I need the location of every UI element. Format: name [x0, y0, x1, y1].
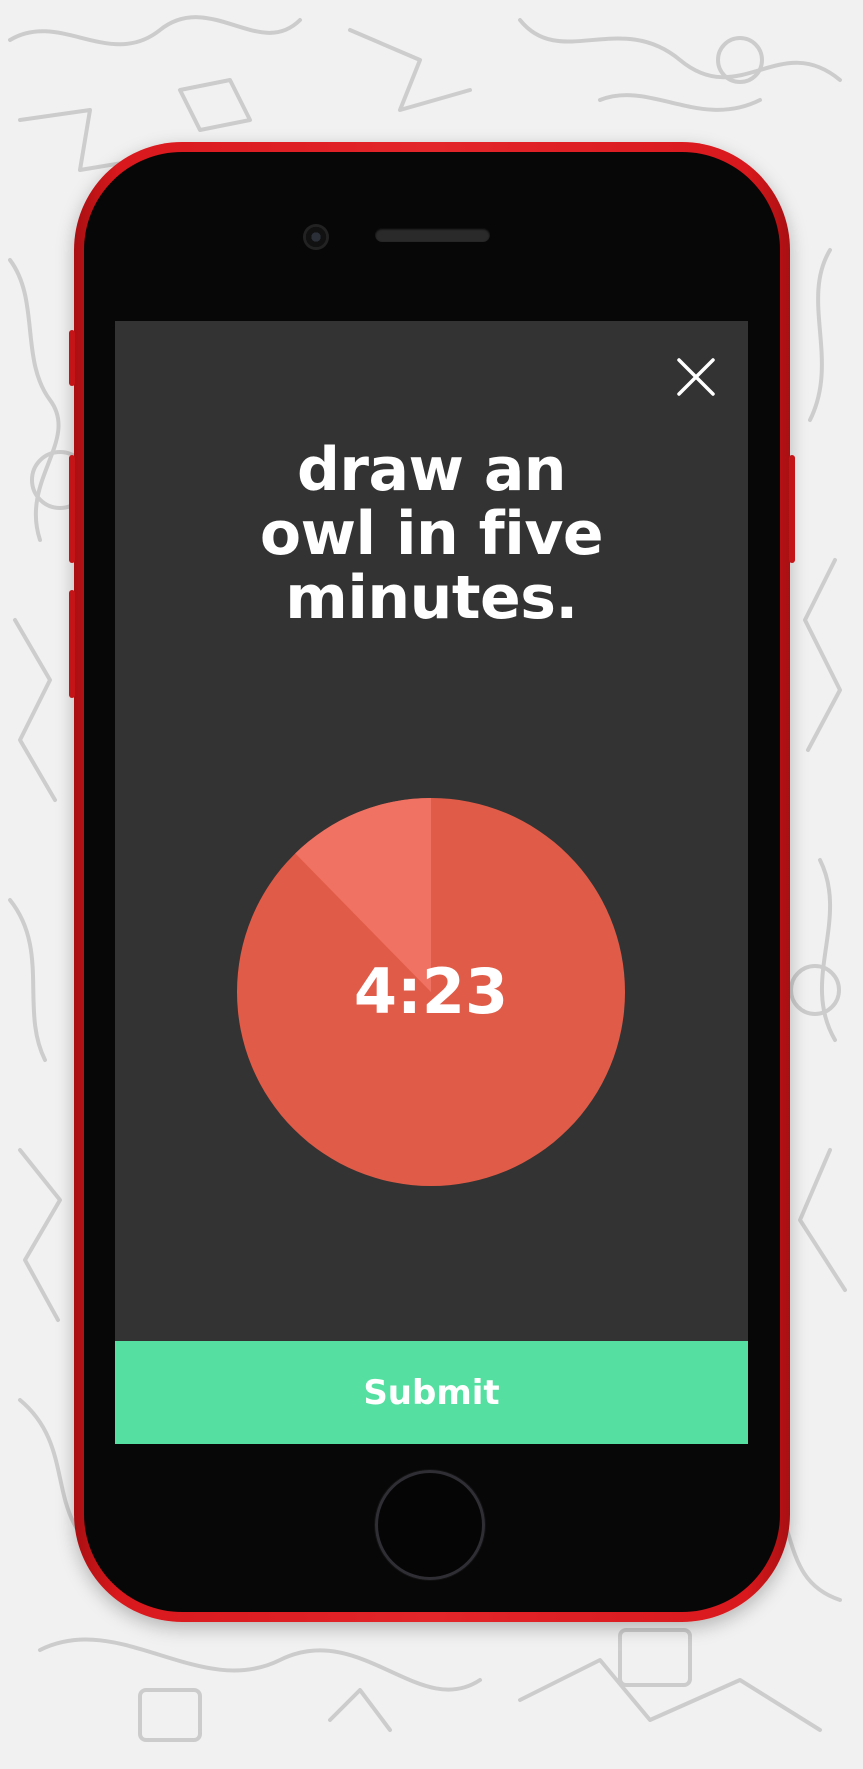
volume-up-button — [69, 455, 75, 563]
front-camera — [303, 224, 329, 250]
time-remaining-label: 4:23 — [353, 955, 509, 1028]
submit-button[interactable]: Submit — [115, 1341, 748, 1444]
volume-down-button — [69, 590, 75, 698]
home-button — [375, 1470, 485, 1580]
mute-switch — [69, 330, 75, 386]
close-icon — [677, 358, 715, 396]
countdown-timer: 4:23 — [237, 798, 625, 1186]
close-button[interactable] — [673, 354, 719, 400]
power-button — [789, 455, 795, 563]
app-screen: draw an owl in five minutes. 4:23 Submit — [115, 321, 748, 1444]
earpiece-speaker — [375, 228, 490, 242]
drawing-prompt-title: draw an owl in five minutes. — [259, 435, 604, 633]
